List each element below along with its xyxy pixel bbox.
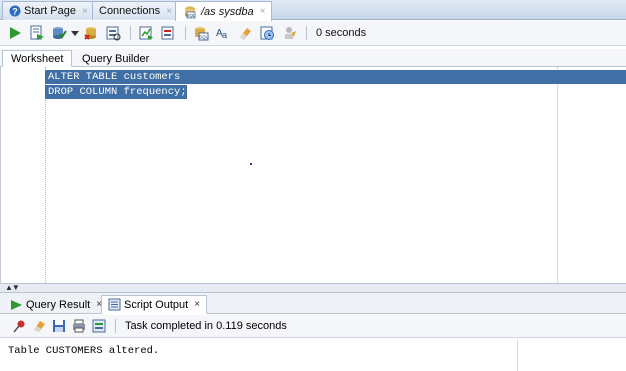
tab-sysdba-worksheet[interactable]: SQL /as sysdba ×	[175, 1, 273, 21]
format-icon[interactable]: Aa	[213, 23, 233, 43]
run-statement-icon[interactable]	[5, 23, 25, 43]
eraser-icon[interactable]	[30, 317, 48, 335]
tab-label: Query Result	[26, 298, 91, 311]
collapse-arrows-icon[interactable]: ▲▼	[5, 283, 20, 292]
open-output-icon[interactable]	[90, 317, 108, 335]
svg-text:SQL: SQL	[199, 35, 209, 40]
cursor-marker	[250, 163, 252, 165]
toolbar-separator	[185, 26, 186, 40]
sql-sql-icon[interactable]: SQL	[191, 23, 211, 43]
tab-query-result[interactable]: Query Result ×	[4, 295, 108, 314]
save-icon[interactable]	[50, 317, 68, 335]
worksheet-subtabs: Worksheet Query Builder	[0, 49, 626, 67]
code-line[interactable]: DROP COLUMN frequency;	[45, 85, 187, 99]
worksheet-toolbar: SQL Aa 0 seconds	[0, 21, 626, 46]
close-icon[interactable]: ×	[260, 6, 266, 17]
explain-plan-icon[interactable]	[103, 23, 123, 43]
tab-query-builder[interactable]: Query Builder	[74, 50, 157, 67]
dba-icon[interactable]	[279, 23, 299, 43]
tab-script-output[interactable]: Script Output ×	[101, 295, 208, 314]
script-output-area[interactable]: Table CUSTOMERS altered.	[0, 339, 626, 371]
tab-worksheet[interactable]: Worksheet	[2, 50, 73, 67]
panel-splitter[interactable]: ▲▼	[0, 283, 626, 293]
sql-worksheet-icon: SQL	[182, 5, 198, 19]
history-icon[interactable]	[257, 23, 277, 43]
tab-label: Start Page	[24, 5, 76, 17]
output-message: Table CUSTOMERS altered.	[8, 345, 160, 357]
close-icon[interactable]: ×	[194, 299, 200, 310]
close-icon[interactable]: ×	[166, 6, 172, 17]
toolbar-separator	[306, 26, 307, 40]
play-icon	[10, 299, 23, 311]
autotrace-icon[interactable]	[136, 23, 156, 43]
code-line[interactable]: ALTER TABLE customers	[45, 70, 626, 84]
tab-label: Worksheet	[11, 52, 64, 65]
right-margin-guide	[517, 339, 518, 371]
dropdown-arrow-icon[interactable]	[71, 23, 79, 43]
output-tab-strip: Query Result × Script Output ×	[0, 293, 626, 314]
svg-text:SQL: SQL	[186, 13, 196, 18]
script-output-icon	[108, 298, 121, 311]
tab-label: Script Output	[124, 298, 189, 311]
svg-text:?: ?	[12, 7, 18, 17]
sql-tuning-icon[interactable]	[158, 23, 178, 43]
run-script-icon[interactable]	[27, 23, 47, 43]
tab-start-page[interactable]: ? Start Page ×	[2, 1, 95, 20]
tab-connections[interactable]: Connections ×	[92, 1, 179, 20]
task-status: Task completed in 0.119 seconds	[125, 320, 287, 332]
commit-icon[interactable]	[49, 23, 69, 43]
tab-label: Connections	[99, 5, 161, 17]
close-icon[interactable]: ×	[82, 6, 88, 17]
tab-label: /as sysdba	[201, 5, 254, 18]
gutter-divider	[45, 67, 46, 283]
toolbar-separator	[115, 319, 116, 333]
rollback-icon[interactable]	[81, 23, 101, 43]
output-toolbar: Task completed in 0.119 seconds	[0, 315, 626, 338]
sql-editor[interactable]: ALTER TABLE customers DROP COLUMN freque…	[0, 67, 626, 283]
execution-time: 0 seconds	[316, 27, 367, 39]
eraser-icon[interactable]	[235, 23, 255, 43]
pin-icon[interactable]	[10, 317, 28, 335]
svg-text:a: a	[222, 30, 227, 40]
toolbar-separator	[130, 26, 131, 40]
print-icon[interactable]	[70, 317, 88, 335]
help-icon: ?	[9, 5, 21, 17]
document-tab-strip: ? Start Page × Connections × SQL /as sys…	[0, 0, 626, 21]
right-margin-guide	[557, 67, 558, 283]
tab-label: Query Builder	[82, 52, 150, 65]
